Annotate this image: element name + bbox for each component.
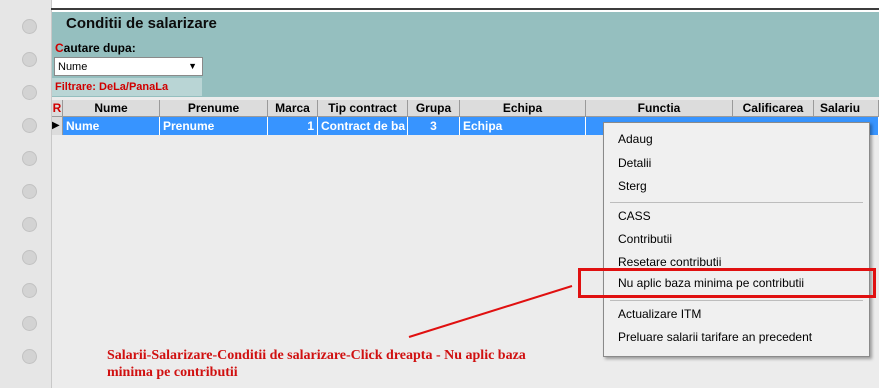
binder-hole [22, 184, 37, 199]
chevron-down-icon[interactable]: ▼ [188, 61, 197, 71]
cell-nume[interactable]: Nume [63, 117, 160, 135]
search-label-first: C [55, 41, 64, 55]
annotation-text: Salarii-Salarizare-Conditii de salarizar… [107, 348, 526, 380]
binder-hole [22, 349, 37, 364]
menu-item-resetare-contributii[interactable]: Resetare contributii [618, 255, 721, 269]
filter-link[interactable]: Filtrare: DeLa/PanaLa [52, 78, 202, 96]
cell-marca[interactable]: 1 [268, 117, 318, 135]
cell-grupa[interactable]: 3 [408, 117, 460, 135]
header-panel: Conditii de salarizare Cautare dupa: Num… [52, 12, 879, 97]
column-header-r[interactable]: R [52, 100, 63, 117]
column-header-functia[interactable]: Functia [586, 100, 733, 117]
column-header-salariu[interactable]: Salariu [814, 100, 879, 117]
binder-hole [22, 250, 37, 265]
menu-item-contributii[interactable]: Contributii [618, 232, 672, 246]
menu-item-adaug[interactable]: Adaug [618, 132, 653, 146]
search-label: Cautare dupa: [55, 41, 136, 55]
column-header-grupa[interactable]: Grupa [408, 100, 460, 117]
cell-tip-contract[interactable]: Contract de ba [318, 117, 408, 135]
binder-hole [22, 316, 37, 331]
binder-hole [22, 118, 37, 133]
column-header-tip-contract[interactable]: Tip contract [318, 100, 408, 117]
highlight-box [578, 268, 876, 298]
binder-hole [22, 217, 37, 232]
menu-separator [610, 300, 863, 301]
search-field-select[interactable]: Nume ▼ [54, 57, 203, 76]
search-label-rest: autare dupa: [63, 41, 136, 55]
menu-item-cass[interactable]: CASS [618, 209, 651, 223]
page-title: Conditii de salarizare [66, 15, 217, 32]
menu-item-preluare-salarii[interactable]: Preluare salarii tarifare an precedent [618, 330, 812, 344]
row-pointer-icon: ▶ [52, 117, 63, 135]
binder-hole [22, 85, 37, 100]
column-header-prenume[interactable]: Prenume [160, 100, 268, 117]
cell-echipa[interactable]: Echipa [460, 117, 586, 135]
column-header-calificarea[interactable]: Calificarea [733, 100, 814, 117]
top-border [51, 8, 879, 10]
binder-hole [22, 283, 37, 298]
menu-separator [610, 202, 863, 203]
menu-item-sterg[interactable]: Sterg [618, 179, 647, 193]
column-header-marca[interactable]: Marca [268, 100, 318, 117]
column-header-echipa[interactable]: Echipa [460, 100, 586, 117]
binder-hole [22, 19, 37, 34]
column-header-nume[interactable]: Nume [63, 100, 160, 117]
menu-item-actualizare-itm[interactable]: Actualizare ITM [618, 307, 701, 321]
binder-hole [22, 52, 37, 67]
cell-prenume[interactable]: Prenume [160, 117, 268, 135]
search-field-value: Nume [58, 61, 88, 73]
binder-strip [0, 0, 52, 388]
menu-item-detalii[interactable]: Detalii [618, 156, 651, 170]
context-menu: Adaug Detalii Sterg CASS Contributii Res… [603, 122, 870, 357]
binder-hole [22, 151, 37, 166]
